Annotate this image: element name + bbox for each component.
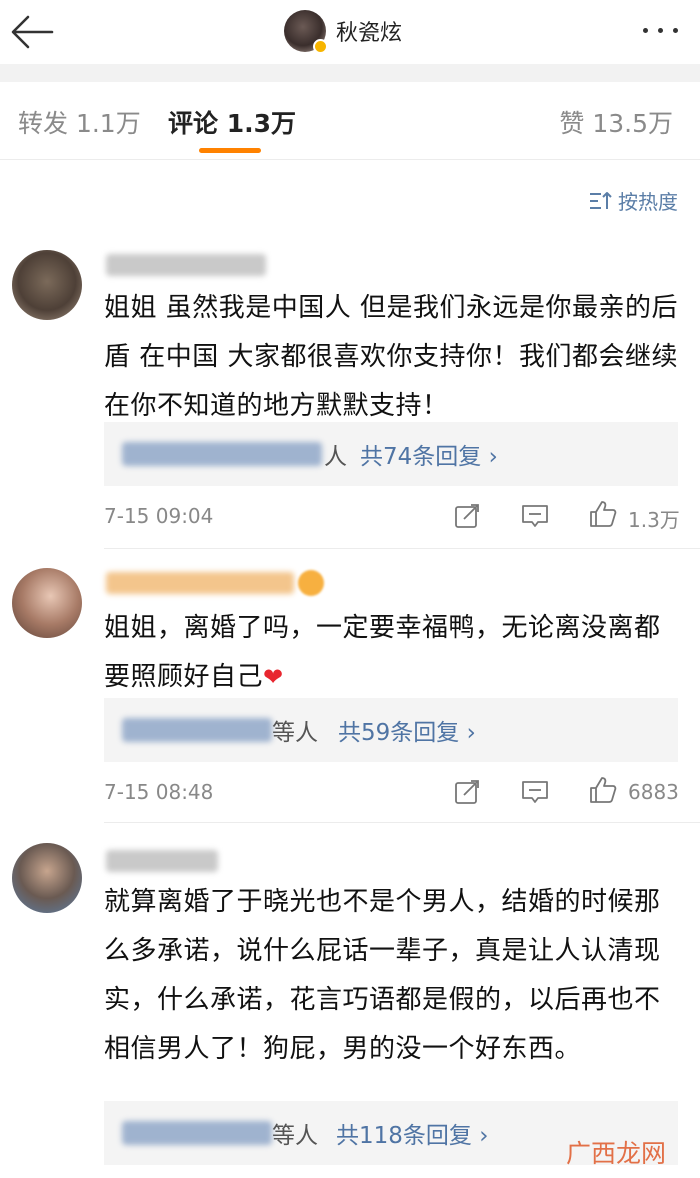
sort-label: 按热度 (618, 190, 678, 214)
comment-text: 姐姐，离婚了吗，一定要幸福鸭，无论离没离都要照顾好自己❤ (104, 604, 684, 702)
like-count: 6883 (628, 780, 679, 804)
comment-time: 7-15 09:04 (104, 504, 214, 528)
dot-icon (657, 27, 663, 33)
header-separator (0, 64, 700, 82)
reply-preview[interactable]: 人 共74条回复 › (104, 422, 678, 486)
sort-icon (590, 191, 612, 209)
tab-repost[interactable]: 转发 1.1万 (18, 104, 141, 140)
like-thumb-icon[interactable] (588, 499, 618, 533)
heart-icon: ❤ (263, 663, 284, 691)
verified-badge-icon (313, 39, 328, 54)
comment-text-body: 姐姐，离婚了吗，一定要幸福鸭，无论离没离都要照顾好自己 (104, 613, 661, 692)
dot-icon (642, 27, 648, 33)
back-arrow-icon[interactable] (8, 10, 56, 54)
comment-icon[interactable] (520, 777, 550, 811)
username[interactable] (106, 850, 218, 872)
like-thumb-icon[interactable] (588, 775, 618, 809)
tab-like[interactable]: 赞 13.5万 (559, 104, 673, 140)
reply-usernames (122, 1121, 272, 1145)
reply-count-link[interactable]: 共74条回复 › (360, 437, 498, 471)
reply-suffix: 等人 (272, 1123, 318, 1149)
tab-comment[interactable]: 评论 1.3万 (168, 104, 296, 140)
active-tab-indicator (199, 148, 261, 153)
more-options-icon[interactable] (638, 18, 682, 42)
comment-time: 7-15 08:48 (104, 780, 214, 804)
reply-count-link[interactable]: 共118条回复 › (336, 1116, 488, 1150)
divider (104, 548, 700, 549)
top-nav-bar: 秋瓷炫 (0, 0, 700, 64)
tab-bar: 转发 1.1万 评论 1.3万 赞 13.5万 (0, 82, 700, 160)
page-title: 秋瓷炫 (336, 21, 403, 46)
avatar[interactable] (12, 843, 82, 913)
sort-by-hot-button[interactable]: 按热度 (588, 186, 678, 215)
reply-count-link[interactable]: 共59条回复 › (338, 713, 476, 747)
share-icon[interactable] (452, 501, 482, 535)
comment-text: 姐姐 虽然我是中国人 但是我们永远是你最亲的后盾 在中国 大家都很喜欢你支持你！… (104, 293, 679, 421)
comment-icon[interactable] (520, 501, 550, 535)
member-badge-icon (298, 570, 324, 596)
comment-text: 就算离婚了于晓光也不是个男人，结婚的时候那么多承诺，说什么屁话一辈子，真是让人认… (104, 887, 661, 1064)
reply-usernames (122, 718, 272, 742)
divider (104, 822, 700, 823)
reply-usernames (122, 442, 322, 466)
reply-preview[interactable]: 等人 共59条回复 › (104, 698, 678, 762)
share-icon[interactable] (452, 777, 482, 811)
reply-suffix: 等人 (272, 720, 318, 746)
profile-title[interactable]: 秋瓷炫 (284, 8, 402, 54)
username[interactable] (106, 254, 266, 276)
like-count: 1.3万 (628, 508, 680, 532)
reply-suffix: 人 (324, 444, 347, 470)
avatar[interactable] (12, 568, 82, 638)
avatar[interactable] (12, 250, 82, 320)
username[interactable] (106, 572, 294, 594)
watermark-text: 广西龙网 (565, 1139, 666, 1168)
avatar[interactable] (284, 10, 328, 54)
dot-icon (672, 27, 678, 33)
